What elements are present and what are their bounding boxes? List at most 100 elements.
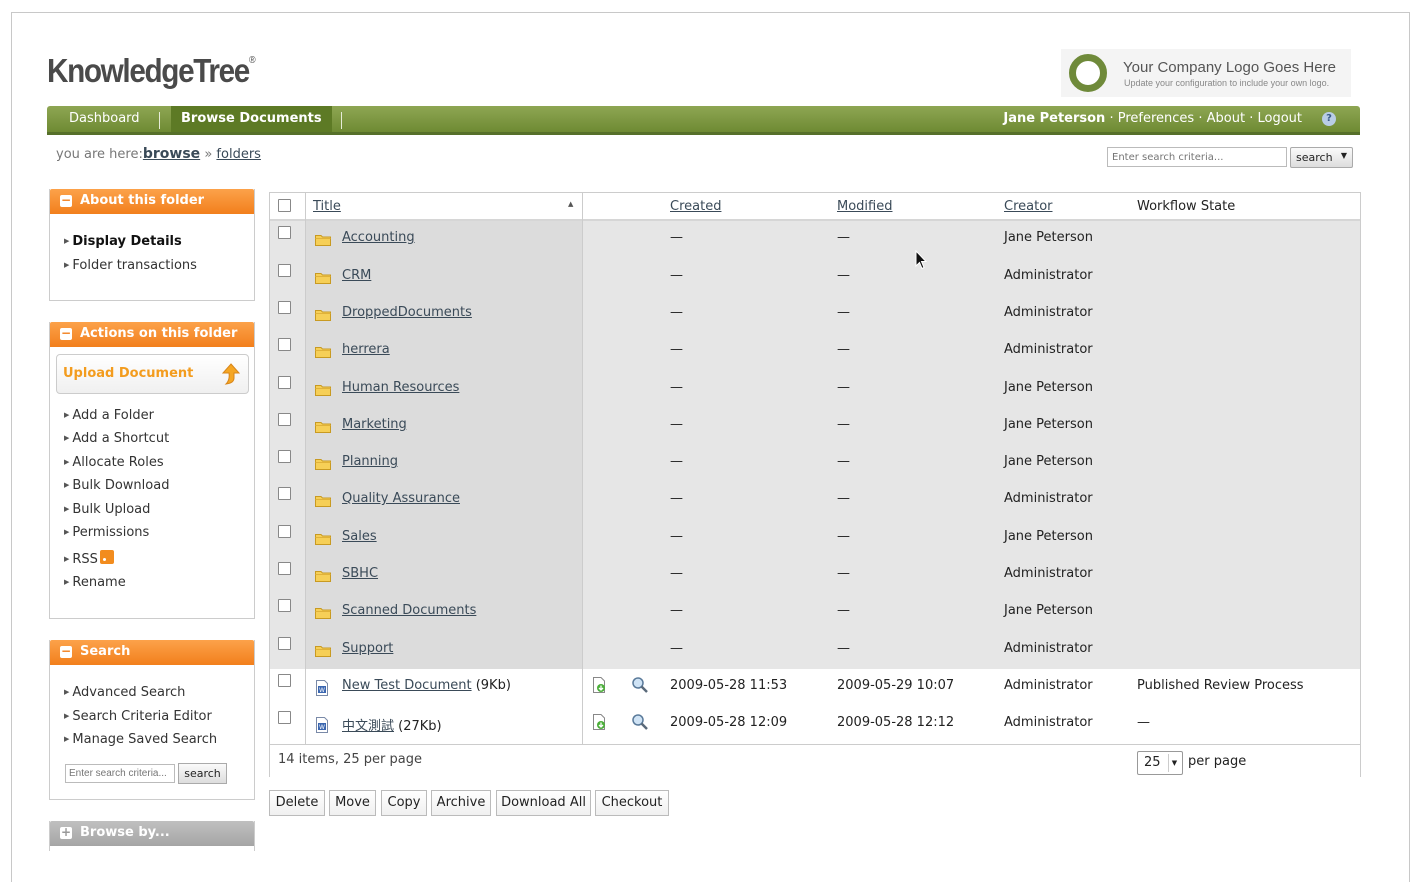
column-created[interactable]: Created bbox=[670, 199, 721, 214]
archive-button[interactable]: Archive bbox=[431, 790, 491, 816]
preview-magnifier-icon[interactable] bbox=[631, 713, 649, 731]
folder-transactions-link[interactable]: ▶ Folder transactions bbox=[64, 258, 197, 273]
chevron-down-icon: ▼ bbox=[1168, 754, 1180, 772]
actions-folder-header[interactable]: − Actions on this folder bbox=[50, 322, 254, 347]
select-all-checkbox[interactable] bbox=[278, 199, 291, 212]
item-title-link[interactable]: 中文測試 bbox=[342, 719, 394, 734]
logout-link[interactable]: Logout bbox=[1257, 111, 1302, 126]
top-search-input[interactable] bbox=[1107, 147, 1287, 167]
item-title-link[interactable]: Marketing bbox=[342, 417, 407, 432]
row-checkbox[interactable] bbox=[278, 525, 291, 538]
copy-button[interactable]: Copy bbox=[381, 790, 427, 816]
created-cell: 2009-05-28 12:09 bbox=[670, 715, 788, 730]
title-cell: SBHC bbox=[342, 566, 378, 581]
created-cell: — bbox=[670, 641, 683, 656]
tab-browse-documents[interactable]: Browse Documents bbox=[171, 106, 332, 132]
title-cell: Planning bbox=[342, 454, 398, 469]
item-title-link[interactable]: Scanned Documents bbox=[342, 603, 476, 618]
folder-icon bbox=[315, 346, 331, 358]
rename-link[interactable]: ▶ Rename bbox=[64, 575, 126, 590]
permissions-link[interactable]: ▶ Permissions bbox=[64, 525, 149, 540]
bulk-upload-link[interactable]: ▶ Bulk Upload bbox=[64, 502, 150, 517]
manage-saved-search-link[interactable]: ▶ Manage Saved Search bbox=[64, 732, 217, 747]
column-title[interactable]: Title bbox=[313, 199, 341, 214]
add-folder-link[interactable]: ▶ Add a Folder bbox=[64, 408, 154, 423]
item-title-link[interactable]: Planning bbox=[342, 454, 398, 469]
breadcrumb-prefix: you are here: bbox=[56, 147, 143, 162]
collapse-icon: − bbox=[60, 193, 72, 207]
add-shortcut-link[interactable]: ▶ Add a Shortcut bbox=[64, 431, 169, 446]
row-checkbox[interactable] bbox=[278, 674, 291, 687]
top-search-button[interactable]: search ▼ bbox=[1290, 147, 1353, 168]
row-checkbox[interactable] bbox=[278, 376, 291, 389]
row-checkbox[interactable] bbox=[278, 264, 291, 277]
sidebar-search-input[interactable] bbox=[65, 764, 175, 783]
rss-link[interactable]: ▶ RSS bbox=[64, 550, 114, 567]
row-checkbox[interactable] bbox=[278, 562, 291, 575]
item-size: (27Kb) bbox=[398, 719, 442, 734]
row-checkbox[interactable] bbox=[278, 450, 291, 463]
download-all-button[interactable]: Download All bbox=[496, 790, 591, 816]
item-title-link[interactable]: Human Resources bbox=[342, 380, 459, 395]
rss-icon[interactable] bbox=[99, 550, 114, 564]
modified-cell: — bbox=[837, 342, 850, 357]
advanced-search-link[interactable]: ▶ Advanced Search bbox=[64, 685, 185, 700]
row-checkbox[interactable] bbox=[278, 338, 291, 351]
modified-cell: — bbox=[837, 454, 850, 469]
about-folder-header[interactable]: − About this folder bbox=[50, 189, 254, 214]
help-icon[interactable]: ? bbox=[1322, 112, 1336, 126]
move-button[interactable]: Move bbox=[329, 790, 376, 816]
item-title-link[interactable]: DroppedDocuments bbox=[342, 305, 472, 320]
bulk-download-link[interactable]: ▶ Bulk Download bbox=[64, 478, 169, 493]
workflow-cell: — bbox=[1137, 715, 1150, 730]
sidebar-search-button[interactable]: search bbox=[178, 763, 227, 784]
item-title-link[interactable]: Quality Assurance bbox=[342, 491, 460, 506]
creator-cell: Jane Peterson bbox=[1004, 417, 1093, 432]
preview-magnifier-icon[interactable] bbox=[631, 676, 649, 694]
allocate-roles-link[interactable]: ▶ Allocate Roles bbox=[64, 455, 164, 470]
download-document-icon[interactable] bbox=[591, 677, 607, 693]
item-title-link[interactable]: Support bbox=[342, 641, 393, 656]
item-title-link[interactable]: herrera bbox=[342, 342, 390, 357]
checkout-button[interactable]: Checkout bbox=[595, 790, 669, 816]
company-logo-title: Your Company Logo Goes Here bbox=[1123, 59, 1336, 76]
breadcrumb-browse[interactable]: browse bbox=[143, 146, 200, 162]
row-checkbox[interactable] bbox=[278, 413, 291, 426]
user-name[interactable]: Jane Peterson bbox=[1003, 111, 1105, 126]
word-document-icon: W bbox=[315, 680, 329, 696]
folder-icon bbox=[315, 645, 331, 657]
column-creator[interactable]: Creator bbox=[1004, 199, 1053, 214]
row-checkbox[interactable] bbox=[278, 599, 291, 612]
modified-cell: — bbox=[837, 230, 850, 245]
knowledgetree-logo[interactable]: KnowledgeTree® bbox=[47, 52, 256, 90]
browse-by-header[interactable]: + Browse by... bbox=[50, 821, 254, 846]
tab-dashboard[interactable]: Dashboard bbox=[69, 106, 140, 132]
search-panel-header[interactable]: − Search bbox=[50, 640, 254, 665]
folder-icon bbox=[315, 607, 331, 619]
creator-cell: Administrator bbox=[1004, 678, 1093, 693]
search-criteria-editor-link[interactable]: ▶ Search Criteria Editor bbox=[64, 709, 212, 724]
delete-button[interactable]: Delete bbox=[269, 790, 325, 816]
row-checkbox[interactable] bbox=[278, 711, 291, 724]
item-title-link[interactable]: Sales bbox=[342, 529, 377, 544]
expand-icon: + bbox=[60, 825, 72, 839]
about-link[interactable]: About bbox=[1207, 111, 1245, 126]
column-modified[interactable]: Modified bbox=[837, 199, 892, 214]
row-checkbox[interactable] bbox=[278, 226, 291, 239]
row-checkbox[interactable] bbox=[278, 301, 291, 314]
display-details-link[interactable]: ▶ Display Details bbox=[64, 234, 182, 249]
preferences-link[interactable]: Preferences bbox=[1118, 111, 1194, 126]
item-title-link[interactable]: New Test Document bbox=[342, 678, 472, 693]
table-row: herrera — — Administrator bbox=[270, 333, 1360, 371]
breadcrumb-folders[interactable]: folders bbox=[216, 147, 261, 162]
download-document-icon[interactable] bbox=[591, 714, 607, 730]
per-page-select[interactable]: 25 ▼ bbox=[1137, 751, 1183, 775]
item-title-link[interactable]: Accounting bbox=[342, 230, 415, 245]
sort-ascending-icon[interactable]: ▲ bbox=[568, 200, 573, 208]
upload-document-button[interactable]: Upload Document bbox=[56, 354, 249, 394]
row-checkbox[interactable] bbox=[278, 487, 291, 500]
item-title-link[interactable]: CRM bbox=[342, 268, 371, 283]
created-cell: — bbox=[670, 454, 683, 469]
item-title-link[interactable]: SBHC bbox=[342, 566, 378, 581]
row-checkbox[interactable] bbox=[278, 637, 291, 650]
